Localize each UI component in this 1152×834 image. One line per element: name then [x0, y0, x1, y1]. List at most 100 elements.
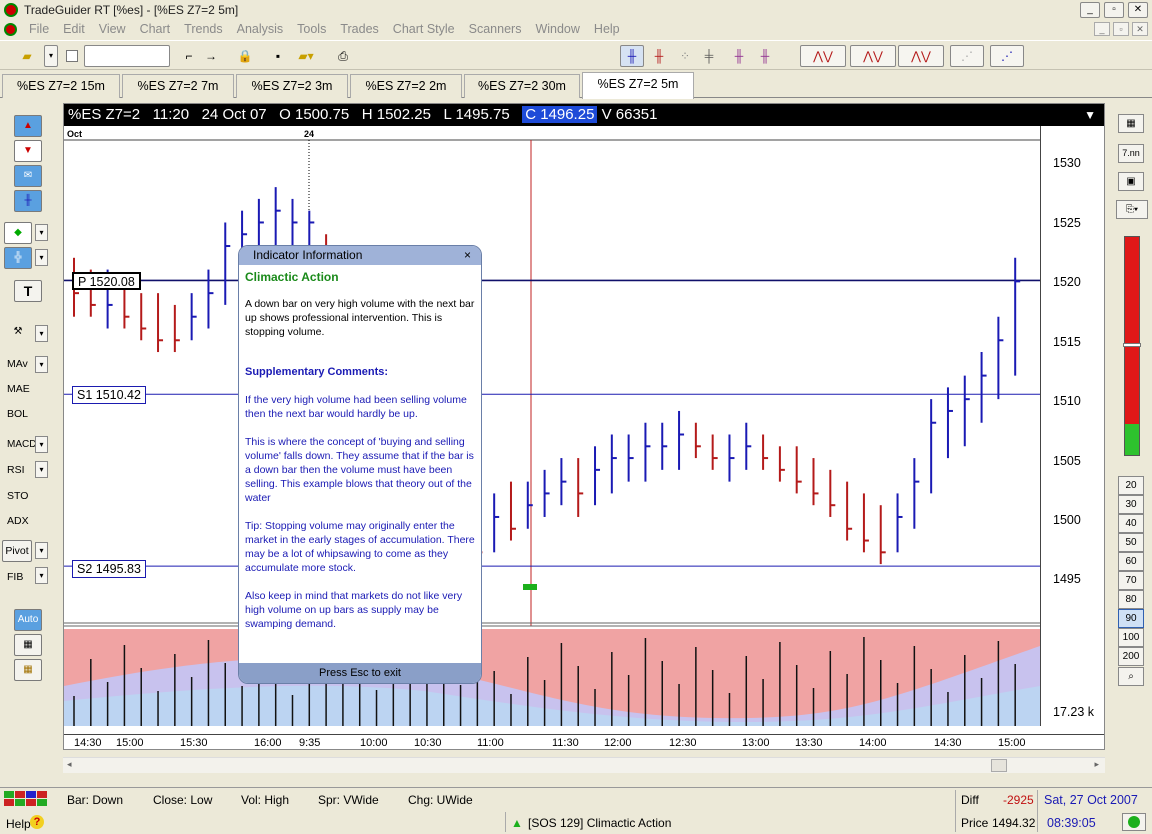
tab-2m[interactable]: %ES Z7=2 2m	[350, 74, 462, 98]
checkbox[interactable]	[64, 45, 80, 67]
tab-15m[interactable]: %ES Z7=2 15m	[2, 74, 120, 98]
popup-close-icon[interactable]: ×	[464, 246, 471, 265]
info-dropdown-icon[interactable]: ▼	[1084, 104, 1096, 126]
symbol-input[interactable]	[84, 45, 170, 67]
bar-width-icon[interactable]: ╫	[754, 45, 776, 67]
maximize-button[interactable]: ▫	[1104, 2, 1124, 18]
tab-7m[interactable]: %ES Z7=2 7m	[122, 74, 234, 98]
back-arrow-icon[interactable]: ⌐	[180, 45, 198, 67]
pivot-label[interactable]: P 1520.08	[72, 272, 141, 290]
zoom-60-button[interactable]: 60	[1118, 552, 1144, 571]
copy-dropdown-icon[interactable]: ⎘▾	[1116, 200, 1148, 219]
pivot-dropdown[interactable]: ▾	[35, 542, 48, 559]
color-palette-icon[interactable]	[4, 791, 48, 807]
bars-icon[interactable]: ╫	[14, 190, 42, 212]
tab-30m[interactable]: %ES Z7=2 30m	[464, 74, 580, 98]
bar-color-icon[interactable]: ╫	[728, 45, 750, 67]
mdi-minimize-button[interactable]: _	[1094, 22, 1110, 36]
trend-down-button[interactable]: ⋀⋁	[898, 45, 944, 67]
mdi-restore-button[interactable]: ▫	[1113, 22, 1129, 36]
trend-mid-button[interactable]: ⋀⋁	[850, 45, 896, 67]
fib-dropdown[interactable]: ▾	[35, 567, 48, 584]
help-button[interactable]: Help	[6, 817, 31, 831]
color-scheme-icon[interactable]: ◆	[4, 222, 32, 244]
zoom-70-button[interactable]: 70	[1118, 571, 1144, 590]
menu-trends[interactable]: Trends	[177, 22, 229, 36]
calendar-icon[interactable]: ▦	[14, 659, 42, 681]
connection-status-icon[interactable]	[1122, 813, 1146, 831]
zoom-50-button[interactable]: 50	[1118, 533, 1144, 552]
zoom-30-button[interactable]: 30	[1118, 495, 1144, 514]
menu-tools[interactable]: Tools	[290, 22, 333, 36]
calendar-icon[interactable]: ▦	[1118, 114, 1144, 133]
scroll-left-icon[interactable]: ◂	[67, 759, 72, 770]
tab-3m[interactable]: %ES Z7=2 3m	[236, 74, 348, 98]
horizontal-scrollbar[interactable]: ◂ ▸	[63, 757, 1105, 773]
menu-help[interactable]: Help	[587, 22, 627, 36]
sell-signal-icon[interactable]: ▼	[14, 140, 42, 162]
decimal-format-button[interactable]: 7.nn	[1118, 144, 1144, 163]
envelope-icon[interactable]: ✉	[14, 165, 42, 187]
candle-chart-icon[interactable]: ╫	[648, 45, 670, 67]
menu-edit[interactable]: Edit	[56, 22, 92, 36]
zoom-80-button[interactable]: 80	[1118, 590, 1144, 609]
bol-button[interactable]: BOL	[7, 408, 28, 420]
mdi-close-button[interactable]: ✕	[1132, 22, 1148, 36]
rsi-dropdown[interactable]: ▾	[35, 461, 48, 478]
trend-up-button[interactable]: ⋀⋁	[800, 45, 846, 67]
print-icon[interactable]: ⎙	[332, 45, 354, 67]
color-scheme-dropdown[interactable]: ▾	[35, 224, 48, 241]
close-button[interactable]: ✕	[1128, 2, 1148, 18]
table-icon[interactable]: ▦	[14, 634, 42, 656]
open-dropdown-icon[interactable]: ▰▾	[292, 45, 320, 67]
adx-button[interactable]: ADX	[7, 515, 29, 527]
indicator-tools-dropdown[interactable]: ▾	[35, 325, 48, 342]
s2-label[interactable]: S2 1495.83	[72, 560, 146, 578]
mav-button[interactable]: MAv	[7, 358, 28, 370]
tab-5m[interactable]: %ES Z7=2 5m	[582, 72, 694, 99]
help-icon[interactable]: ?	[30, 815, 44, 829]
s1-label[interactable]: S1 1510.42	[72, 386, 146, 404]
rsi-button[interactable]: RSI	[7, 464, 25, 476]
menu-trades[interactable]: Trades	[333, 22, 385, 36]
zoom-20-button[interactable]: 20	[1118, 476, 1144, 495]
symbol-dropdown[interactable]: ▾	[44, 45, 58, 67]
menu-view[interactable]: View	[92, 22, 133, 36]
macd-dropdown[interactable]: ▾	[35, 436, 48, 453]
grid-dropdown[interactable]: ▾	[35, 249, 48, 266]
mav-dropdown[interactable]: ▾	[35, 356, 48, 373]
scanner-button[interactable]: ⋰	[990, 45, 1024, 67]
scroll-right-icon[interactable]: ▸	[1094, 759, 1099, 770]
zoom-magnifier-icon[interactable]: ⌕	[1118, 667, 1144, 686]
forward-arrow-icon[interactable]: →	[202, 45, 220, 67]
bar-chart-icon[interactable]: ╫	[620, 45, 644, 67]
save-template-icon[interactable]: ▣	[1118, 172, 1144, 191]
mae-button[interactable]: MAE	[7, 383, 30, 395]
zoom-200-button[interactable]: 200	[1118, 647, 1144, 666]
price-chart[interactable]: Oct 24	[64, 126, 1040, 726]
menu-analysis[interactable]: Analysis	[230, 22, 291, 36]
text-tool-button[interactable]: T	[14, 280, 42, 302]
trend-disabled-button[interactable]: ⋰	[950, 45, 984, 67]
menu-chart-style[interactable]: Chart Style	[386, 22, 462, 36]
indicator-info-popup[interactable]: Indicator Information × Climactic Action…	[238, 245, 482, 684]
scroll-thumb[interactable]	[991, 759, 1007, 772]
menu-scanners[interactable]: Scanners	[462, 22, 529, 36]
minimize-button[interactable]: _	[1080, 2, 1100, 18]
document-icon[interactable]	[4, 22, 17, 36]
open-folder-icon[interactable]: ▰	[16, 45, 38, 67]
menu-chart[interactable]: Chart	[133, 22, 178, 36]
save-icon[interactable]: ▪	[268, 45, 288, 67]
point-figure-icon[interactable]: ⁘	[674, 45, 696, 67]
indicator-tools-icon[interactable]: ⚒	[4, 322, 32, 344]
auto-button[interactable]: Auto	[14, 609, 42, 631]
zoom-90-button[interactable]: 90	[1118, 609, 1144, 628]
line-break-icon[interactable]: ╪	[698, 45, 720, 67]
lock-icon[interactable]: 🔒	[236, 45, 254, 67]
menu-file[interactable]: File	[22, 22, 56, 36]
sto-button[interactable]: STO	[7, 490, 28, 502]
macd-button[interactable]: MACD	[7, 439, 36, 450]
grid-icon[interactable]: ╬	[4, 247, 32, 269]
zoom-100-button[interactable]: 100	[1118, 628, 1144, 647]
menu-window[interactable]: Window	[528, 22, 586, 36]
